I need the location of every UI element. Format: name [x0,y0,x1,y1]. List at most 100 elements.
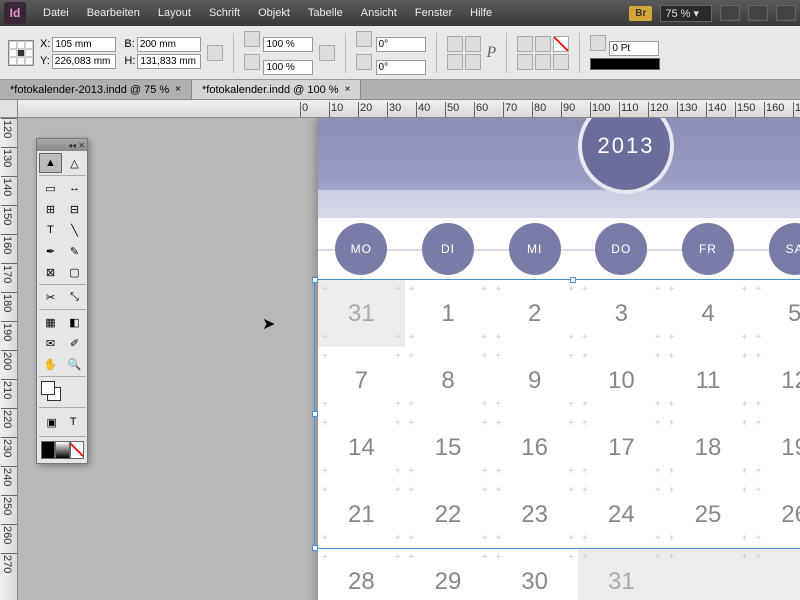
scale-y-icon [244,54,260,70]
direct-selection-tool[interactable]: △ [63,153,86,173]
gap-tool[interactable]: ↔ [63,178,86,198]
year-badge: 2013 [578,118,674,194]
calendar-cell: ++++24 [578,481,665,548]
page-tool[interactable]: ▭ [39,178,62,198]
character-mode-icon[interactable]: P [487,44,497,62]
close-tab-icon[interactable]: × [175,84,181,95]
calendar-cell: ++++26 [751,481,800,548]
control-panel: X: B: Y: H: P [0,26,800,80]
document-tabs: *fotokalender-2013.indd @ 75 %× *fotokal… [0,80,800,100]
h-input[interactable] [137,54,201,69]
apply-none[interactable] [70,441,84,459]
flip-h-icon[interactable] [465,36,481,52]
vertical-ruler[interactable]: 1201301401501601701801902002102202302402… [0,118,18,600]
eyedropper-tool[interactable]: ✐ [63,333,86,353]
content-placer-tool[interactable]: ⊟ [63,199,86,219]
calendar-cell: ++++14 [318,414,405,481]
normal-view-mode[interactable]: ▣ [41,412,63,432]
rotation-input[interactable] [376,37,426,52]
calendar-cell: ++++29 [405,548,492,600]
fill-none-icon[interactable] [553,36,569,52]
menu-bar: Id Datei Bearbeiten Layout Schrift Objek… [0,0,800,26]
weekday-mi: MI [509,223,561,275]
calendar-cell: ++++3 [578,280,665,347]
calendar-cell: ++++10 [578,347,665,414]
view-options-button[interactable] [720,5,740,21]
w-input[interactable] [137,37,201,52]
calendar-cell: ++++1 [405,280,492,347]
rotate-ccw-icon[interactable] [447,54,463,70]
x-label: X: [40,38,50,50]
bridge-button[interactable]: Br [629,6,652,21]
type-tool[interactable]: T [39,220,62,240]
shear-input[interactable] [376,60,426,75]
calendar-cell: ++++23 [491,481,578,548]
horizontal-ruler[interactable]: 0102030405060708090100110120130140150160… [18,100,800,118]
flip-v-icon[interactable] [465,54,481,70]
scissors-tool[interactable]: ✂ [39,287,62,307]
calendar-cell: ++++9 [491,347,578,414]
calendar-cell: ++++17 [578,414,665,481]
menu-tabelle[interactable]: Tabelle [299,3,352,23]
free-transform-tool[interactable]: ⤡ [63,287,86,307]
y-input[interactable] [52,54,116,69]
content-collector-tool[interactable]: ⊞ [39,199,62,219]
constrain-proportions-icon[interactable] [207,45,223,61]
note-tool[interactable]: ✉ [39,333,62,353]
select-content-icon[interactable] [535,36,551,52]
weekday-mo: MO [335,223,387,275]
selection-tool[interactable]: ▲ [39,153,62,173]
canvas[interactable]: ◂◂ ✕ ▲△▭↔⊞⊟T╲✒✎⊠▢✂⤡▦◧✉✐✋🔍▣T 2013 MODIMID… [18,118,800,600]
calendar-cell: ++++31 [318,280,405,347]
close-tab-icon[interactable]: × [345,84,351,95]
toolbox-header[interactable]: ◂◂ ✕ [37,139,87,151]
select-prev-icon[interactable] [517,54,533,70]
apply-color-black[interactable] [41,441,55,459]
x-input[interactable] [52,37,116,52]
line-tool[interactable]: ╲ [63,220,86,240]
weekday-di: DI [422,223,474,275]
reference-point-grid[interactable] [8,40,34,66]
calendar-cell: ++++22 [405,481,492,548]
rotate-cw-icon[interactable] [447,36,463,52]
rectangle-frame-tool[interactable]: ⊠ [39,262,62,282]
constrain-scale-icon[interactable] [319,45,335,61]
zoom-tool[interactable]: 🔍 [63,354,86,374]
preview-mode[interactable]: T [63,412,85,432]
ruler-origin[interactable] [0,100,18,118]
rectangle-tool[interactable]: ▢ [63,262,86,282]
apply-gradient[interactable] [55,441,69,459]
gradient-swatch-tool[interactable]: ▦ [39,312,62,332]
menu-fenster[interactable]: Fenster [406,3,461,23]
menu-bearbeiten[interactable]: Bearbeiten [78,3,149,23]
stroke-weight-input[interactable] [609,41,659,56]
pen-tool[interactable]: ✒ [39,241,62,261]
arrange-documents-button[interactable] [776,5,796,21]
scale-y-input[interactable] [263,60,313,75]
menu-layout[interactable]: Layout [149,3,200,23]
zoom-level-select[interactable]: 75 % ▾ [660,5,712,22]
select-container-icon[interactable] [517,36,533,52]
app-icon: Id [4,2,26,24]
calendar-cell: ++++7 [318,347,405,414]
calendar-cell: ++++19 [751,414,800,481]
calendar-cell: ++++28 [318,548,405,600]
tab-fotokalender[interactable]: *fotokalender.indd @ 100 %× [192,80,361,99]
gradient-feather-tool[interactable]: ◧ [63,312,86,332]
calendar-cell: ++++12 [751,347,800,414]
scale-x-input[interactable] [263,37,313,52]
pencil-tool[interactable]: ✎ [63,241,86,261]
menu-hilfe[interactable]: Hilfe [461,3,501,23]
stroke-style-select[interactable] [590,58,660,70]
screen-mode-button[interactable] [748,5,768,21]
tab-fotokalender-2013[interactable]: *fotokalender-2013.indd @ 75 %× [0,80,192,99]
calendar-cell: ++++2 [491,280,578,347]
stroke-swatch-icon[interactable] [553,54,569,70]
hand-tool[interactable]: ✋ [39,354,62,374]
select-next-icon[interactable] [535,54,551,70]
menu-schrift[interactable]: Schrift [200,3,249,23]
fill-stroke-swatch[interactable] [41,381,63,403]
menu-ansicht[interactable]: Ansicht [352,3,406,23]
menu-objekt[interactable]: Objekt [249,3,299,23]
menu-datei[interactable]: Datei [34,3,78,23]
